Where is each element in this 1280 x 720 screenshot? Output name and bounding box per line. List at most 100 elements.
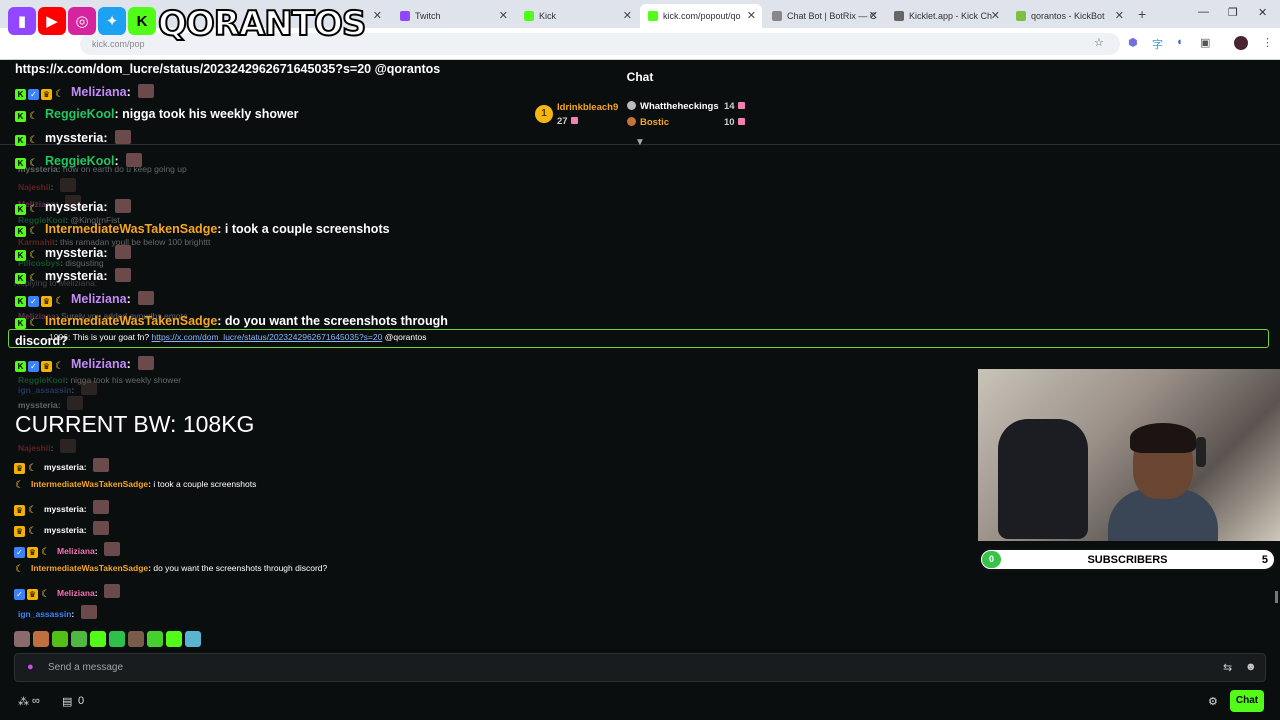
chat-message[interactable]: K ☾ IntermediateWasTakenSadge: i took a co… xyxy=(15,222,390,237)
points-icon[interactable]: ⁂ xyxy=(18,695,29,708)
chat-username[interactable]: Meliziana xyxy=(57,546,95,556)
emote[interactable] xyxy=(128,631,144,647)
chat-message[interactable]: ign_assassin: xyxy=(14,381,97,395)
send-chat-button[interactable]: Chat xyxy=(1230,690,1264,712)
chat-message[interactable]: K ☾ IntermediateWasTakenSadge: do you want… xyxy=(15,314,448,329)
bookmark-star-icon[interactable]: ☆ xyxy=(1094,36,1104,49)
chat-message[interactable]: ♛ ☾ myssteria: xyxy=(14,500,109,516)
chat-username[interactable]: myssteria xyxy=(45,200,103,214)
emote[interactable] xyxy=(166,631,182,647)
chat-message[interactable]: ♛ ☾ myssteria: xyxy=(14,521,109,537)
audio-extension-icon[interactable]: ◖ xyxy=(1176,36,1183,48)
chat-message[interactable]: ✓ ♛ ☾ Meliziana: xyxy=(14,584,120,600)
scrollbar-thumb[interactable] xyxy=(1275,591,1278,603)
emote[interactable] xyxy=(185,631,201,647)
chat-username[interactable]: Meliziana xyxy=(71,85,127,99)
banana-badge-icon: ☾ xyxy=(15,564,24,575)
message-colon: : xyxy=(94,546,100,556)
highlight-link[interactable]: https://x.com/dom_lucre/status/202324296… xyxy=(152,332,383,342)
chat-username[interactable]: IntermediateWasTakenSadge xyxy=(45,314,217,328)
emote[interactable] xyxy=(71,631,87,647)
browser-tab-kickbot[interactable]: qorantos - KickBot ✕ xyxy=(1008,4,1130,28)
leaderboard-third[interactable]: Bostic xyxy=(627,117,669,128)
chat-username[interactable]: myssteria xyxy=(44,504,84,514)
filter-icon[interactable]: ▼ xyxy=(635,137,645,148)
chat-username[interactable]: IntermediateWasTakenSadge xyxy=(31,479,148,489)
translate-icon[interactable]: ⇆ xyxy=(1223,661,1232,674)
close-tab-icon[interactable]: ✕ xyxy=(1115,9,1124,22)
chat-username[interactable]: Meliziana xyxy=(57,588,95,598)
chat-username[interactable]: Meliziana xyxy=(71,292,127,306)
chat-username[interactable]: ign_assassin xyxy=(18,385,71,395)
chat-message[interactable]: ☾ IntermediateWasTakenSadge: i took a cou… xyxy=(14,479,256,491)
chat-message[interactable]: K ☾ myssteria: xyxy=(15,130,132,146)
minimize-icon[interactable]: — xyxy=(1198,6,1209,18)
emote-icon xyxy=(92,521,109,535)
gift-box-icon[interactable]: ▤ xyxy=(62,695,72,708)
chat-username[interactable]: ReggieKool xyxy=(45,107,114,121)
emote[interactable] xyxy=(109,631,125,647)
restore-icon[interactable]: ❐ xyxy=(1228,6,1238,19)
emote[interactable] xyxy=(14,631,30,647)
chat-message[interactable]: K ✓ ♛ ☾ Meliziana: xyxy=(15,291,155,307)
infinity-icon[interactable]: ∞ xyxy=(32,695,40,707)
close-tab-icon[interactable]: ✕ xyxy=(373,9,382,22)
emote[interactable] xyxy=(147,631,163,647)
chat-username[interactable]: ign_assassin xyxy=(18,609,71,619)
close-tab-icon[interactable]: ✕ xyxy=(991,9,1000,22)
leaderboard-second-count-row: 14 xyxy=(724,101,745,112)
chat-message[interactable]: ✓ ♛ ☾ Meliziana: xyxy=(14,542,120,558)
extension-icon[interactable]: ⬢ xyxy=(1128,36,1138,49)
close-window-icon[interactable]: ✕ xyxy=(1258,6,1267,19)
chat-message[interactable]: K ✓ ♛ ☾ Meliziana: xyxy=(15,356,155,372)
chat-username[interactable]: myssteria xyxy=(44,462,84,472)
chat-message[interactable]: Najeshii: xyxy=(14,178,76,192)
chat-message[interactable]: K ☾ myssteria: xyxy=(15,199,132,215)
emote[interactable] xyxy=(33,631,49,647)
chat-message[interactable]: ign_assassin: xyxy=(14,605,97,619)
close-tab-icon[interactable]: ✕ xyxy=(747,9,756,22)
close-tab-icon[interactable]: ✕ xyxy=(623,9,632,22)
browser-tab-kicklet[interactable]: Kicklet.app - Kick Ch ✕ xyxy=(886,4,1006,28)
close-tab-icon[interactable]: ✕ xyxy=(869,9,878,22)
browser-tab-popout[interactable]: kick.com/popout/qo ✕ xyxy=(640,4,762,28)
emote[interactable] xyxy=(90,631,106,647)
chat-input[interactable]: ● Send a message ⇆ ☻ xyxy=(14,653,1266,682)
highlight-user: ...1996: xyxy=(42,332,71,342)
leaderboard-second[interactable]: Whattheheckings xyxy=(627,101,719,112)
leaderboard-first[interactable]: Idrinkbleach9 xyxy=(557,102,618,113)
settings-gear-icon[interactable]: ⚙ xyxy=(1208,695,1218,708)
emote-icon xyxy=(104,584,120,598)
chat-message[interactable]: ♛ ☾ myssteria: xyxy=(14,458,109,474)
translate-icon[interactable]: 字 xyxy=(1152,36,1163,52)
social-logos: ▮ ▶ ◎ ✦ K xyxy=(8,7,156,35)
close-tab-icon[interactable]: ✕ xyxy=(499,9,508,22)
new-tab-icon[interactable]: + xyxy=(1138,6,1146,22)
menu-dots-icon[interactable]: ⋮ xyxy=(1262,36,1273,49)
chat-username[interactable]: IntermediateWasTakenSadge xyxy=(31,563,148,573)
chat-message[interactable]: myssteria: xyxy=(14,396,83,410)
chat-username[interactable]: IntermediateWasTakenSadge xyxy=(45,222,217,236)
profile-avatar[interactable] xyxy=(1234,36,1248,50)
microphone-icon[interactable]: ● xyxy=(27,661,34,673)
chat-message[interactable]: K ☾ ReggieKool: xyxy=(15,153,143,169)
emote[interactable] xyxy=(52,631,68,647)
chat-username[interactable]: Meliziana xyxy=(71,357,127,371)
browser-tab-kick[interactable]: Kick ✕ xyxy=(516,4,638,28)
chat-message[interactable]: Najeshii: xyxy=(14,439,76,453)
browser-tab-twitch[interactable]: Twitch ✕ xyxy=(392,4,514,28)
chat-message[interactable]: K ☾ ReggieKool: nigga took his weekly show… xyxy=(15,107,299,122)
extensions-puzzle-icon[interactable]: ▣ xyxy=(1200,36,1210,49)
chat-username[interactable]: myssteria xyxy=(18,400,58,410)
chat-username[interactable]: myssteria xyxy=(45,246,103,260)
chat-message[interactable]: ☾ IntermediateWasTakenSadge: do you want … xyxy=(14,563,327,575)
chat-username[interactable]: Najeshii xyxy=(18,182,51,192)
chat-username[interactable]: myssteria xyxy=(44,525,84,535)
chat-username[interactable]: myssteria xyxy=(45,131,103,145)
chat-message[interactable]: K ☾ myssteria: xyxy=(15,245,132,261)
chat-username[interactable]: Najeshii xyxy=(18,443,51,453)
chat-username[interactable]: ReggieKool xyxy=(45,154,114,168)
chat-message[interactable]: K ✓ ♛ ☾ Meliziana: xyxy=(15,84,155,100)
browser-tab-botrix[interactable]: Chat Bot | BotRix — C ✕ xyxy=(764,4,884,28)
emoji-icon[interactable]: ☻ xyxy=(1245,661,1257,673)
